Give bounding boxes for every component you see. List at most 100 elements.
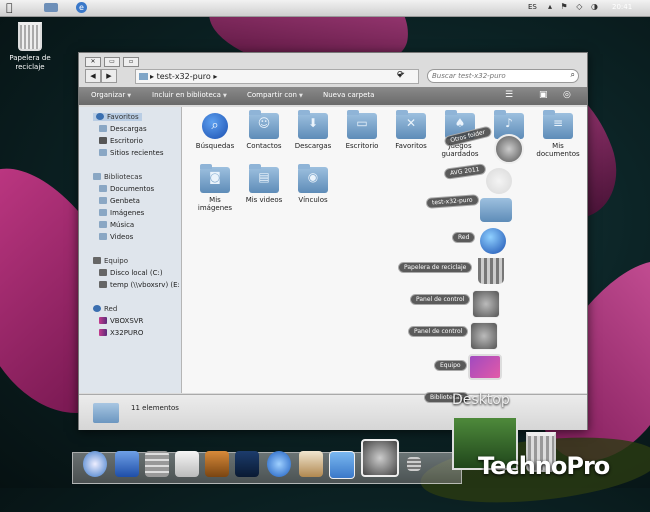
star-icon	[96, 113, 104, 120]
preview-pane-icon[interactable]: ▣	[539, 90, 548, 100]
share-button[interactable]: Compartir con ▼	[247, 91, 303, 99]
back-button[interactable]: ◀	[85, 69, 101, 83]
player-icon[interactable]	[267, 451, 291, 477]
display-icon[interactable]	[329, 451, 355, 479]
window-controls: ✕ ▭ ▫	[85, 56, 142, 67]
system-preferences-icon[interactable]	[361, 439, 399, 477]
language-indicator[interactable]: ES	[528, 3, 537, 11]
games-folder-icon: ♠	[445, 110, 475, 139]
sidebar-item-genbeta[interactable]: Genbeta	[99, 197, 140, 205]
file-view: ⌕ Búsquedas ☺ Contactos ⬇ Descargas ▭ Escrit…	[182, 107, 587, 393]
search-box[interactable]: ⌕	[427, 69, 579, 83]
videos-folder-icon: ▤	[249, 164, 279, 193]
magnifier-icon: ⌕	[202, 113, 228, 139]
network-computer-icon	[99, 329, 107, 336]
sidebar-item-network-drive[interactable]: temp (\\vboxsrv) (E:)	[99, 281, 179, 289]
downloads-folder-icon: ⬇	[298, 110, 328, 139]
close-button[interactable]: ✕	[85, 57, 101, 67]
sidebar-group-favorites[interactable]: Favoritos	[93, 113, 142, 121]
disk-icon	[99, 269, 107, 276]
media-icon[interactable]	[235, 451, 259, 477]
item-count: 11 elementos	[131, 404, 179, 412]
network-icon	[93, 305, 101, 312]
desktop-recycle-bin[interactable]: Papelera de reciclaje	[6, 22, 54, 72]
sidebar-item-x32puro[interactable]: X32PURO	[99, 329, 143, 337]
breadcrumb[interactable]: ▸ test-x32-puro ▸	[150, 72, 217, 81]
file-item[interactable]: ▤ Mis videos	[241, 163, 287, 204]
folder-icon	[139, 73, 148, 80]
recycle-bin-label: Papelera de reciclaje	[9, 54, 51, 71]
sidebar-item-desktop[interactable]: Escritorio	[99, 137, 143, 145]
recycle-bin-icon	[18, 22, 42, 51]
textedit-icon[interactable]	[175, 451, 199, 477]
view-options-icon[interactable]: ☰	[505, 90, 513, 100]
network-computer-icon	[99, 317, 107, 324]
forward-button[interactable]: ▶	[101, 69, 117, 83]
navigation-pane: Favoritos Descargas Escritorio Sitios re…	[79, 107, 182, 393]
address-bar[interactable]: ▸ test-x32-puro ▸ ▾	[135, 69, 419, 84]
file-item[interactable]: ≡ Mis documentos	[535, 109, 581, 158]
recent-places-icon	[99, 149, 107, 156]
clock[interactable]: 20:41	[612, 3, 632, 11]
stack-title: Desktop	[452, 392, 510, 408]
file-item[interactable]: ⌕ Búsquedas	[192, 109, 238, 150]
separator-icon	[407, 457, 421, 471]
organize-button[interactable]: Organizar ▼	[91, 91, 131, 99]
apple-icon[interactable]: 	[6, 1, 13, 14]
file-item[interactable]: ◉ Vínculos	[290, 163, 336, 204]
mail-icon[interactable]	[115, 451, 139, 477]
sidebar-item-downloads[interactable]: Descargas	[99, 125, 147, 133]
sidebar-group-libraries[interactable]: Bibliotecas	[93, 173, 142, 181]
sidebar-group-network[interactable]: Red	[93, 305, 117, 313]
navigation-bar: ◀ ▶ ▸ test-x32-puro ▸ ▾ ⟳ ⌕	[79, 67, 587, 85]
genbeta-icon	[99, 197, 107, 204]
new-folder-button[interactable]: Nueva carpeta	[323, 91, 374, 99]
folder-icon	[93, 403, 119, 423]
music-folder-icon: ♪	[494, 110, 524, 139]
include-library-button[interactable]: Incluir en biblioteca ▼	[152, 91, 227, 99]
file-item[interactable]: ⬇ Descargas	[290, 109, 336, 150]
sidebar-item-music[interactable]: Música	[99, 221, 134, 229]
command-bar: Organizar ▼ Incluir en biblioteca ▼ Compar…	[79, 87, 587, 105]
search-input[interactable]	[432, 70, 558, 81]
sidebar-group-computer[interactable]: Equipo	[93, 257, 128, 265]
help-icon[interactable]: ◎	[563, 90, 571, 100]
favorites-folder-icon: ✕	[396, 110, 426, 139]
file-item[interactable]: ♠ Juegos guardados	[437, 109, 483, 158]
refresh-icon[interactable]: ⟳	[397, 70, 405, 80]
desktop-folder-icon: ▭	[347, 110, 377, 139]
videos-icon	[99, 233, 107, 240]
contacts-folder-icon: ☺	[249, 110, 279, 139]
network-drive-icon	[99, 281, 107, 288]
home-icon[interactable]	[299, 451, 323, 477]
tray-icons[interactable]: ▴ ⚑ ◇ ◑	[548, 2, 601, 11]
watermark: TechnoPro	[478, 452, 610, 480]
safari-icon[interactable]	[83, 451, 107, 477]
browser-icon[interactable]: e	[76, 2, 87, 13]
pictures-folder-icon: ◙	[200, 164, 230, 193]
desktop-icon	[99, 137, 107, 144]
maximize-button[interactable]: ▫	[123, 57, 139, 67]
file-item[interactable]: ☺ Contactos	[241, 109, 287, 150]
sidebar-item-pictures[interactable]: Imágenes	[99, 209, 144, 217]
libraries-icon	[93, 173, 101, 180]
sidebar-item-vboxsvr[interactable]: VBOXSVR	[99, 317, 143, 325]
finder-icon[interactable]	[44, 3, 58, 12]
dock	[72, 439, 462, 484]
calculator-icon[interactable]	[145, 451, 169, 477]
minimize-button[interactable]: ▭	[104, 57, 120, 67]
file-item[interactable]: ♪ Música	[486, 109, 532, 150]
file-item[interactable]: ▭ Escritorio	[339, 109, 385, 150]
computer-icon	[93, 257, 101, 264]
search-icon[interactable]: ⌕	[571, 70, 575, 80]
xcode-icon[interactable]	[205, 451, 229, 477]
file-item[interactable]: ✕ Favoritos	[388, 109, 434, 150]
sidebar-item-recent[interactable]: Sitios recientes	[99, 149, 164, 157]
file-item[interactable]: ◙ Mis imágenes	[192, 163, 238, 212]
downloads-icon	[99, 125, 107, 132]
music-icon	[99, 221, 107, 228]
menubar:  e ES ▴ ⚑ ◇ ◑ 20:41	[0, 0, 650, 17]
sidebar-item-local-disk[interactable]: Disco local (C:)	[99, 269, 163, 277]
sidebar-item-videos[interactable]: Videos	[99, 233, 133, 241]
sidebar-item-documents[interactable]: Documentos	[99, 185, 154, 193]
